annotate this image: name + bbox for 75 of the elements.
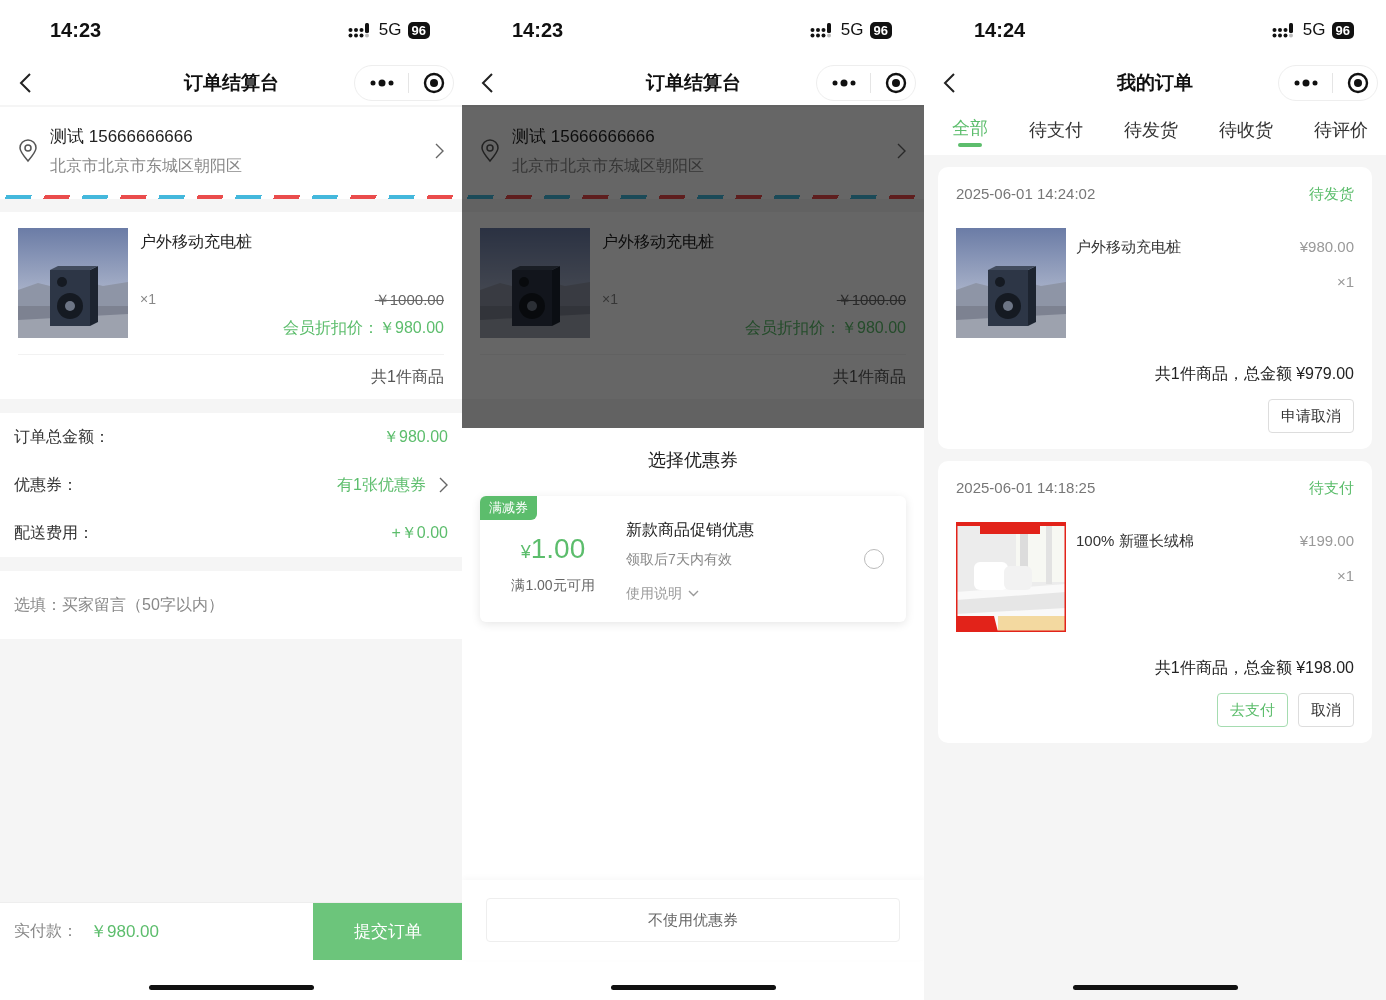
sheet-title: 选择优惠券 (647, 449, 739, 472)
summary-value: +￥0.00 (391, 522, 448, 543)
network-label: 5G (1302, 20, 1326, 40)
coupon-tag: 满减券 (480, 496, 537, 520)
order-tab[interactable]: 待支付 (1029, 105, 1083, 155)
no-coupon-button[interactable]: 不使用优惠券 (486, 898, 900, 942)
battery-level: 96 (1331, 21, 1354, 39)
recipient-name-phone: 测试 15666666666 (512, 126, 656, 148)
signal-icon (1271, 22, 1296, 38)
back-icon[interactable] (942, 71, 958, 94)
back-icon[interactable] (18, 71, 34, 94)
recipient-name-phone: 测试 15666666666 (50, 126, 194, 148)
status-time: 14:23 (512, 18, 565, 42)
order-action-button[interactable]: 取消 (1298, 693, 1354, 727)
member-price: 会员折扣价：￥980.00 (745, 318, 906, 338)
address-text: 北京市北京市东城区朝阳区 (50, 156, 243, 176)
product-name: 户外移动充电桩 (602, 232, 715, 252)
original-price: ￥1000.00 (374, 291, 444, 310)
location-pin-icon (480, 139, 500, 163)
member-price: 会员折扣价：￥980.00 (283, 318, 444, 338)
summary-label: 优惠券： (14, 474, 79, 495)
chevron-icon[interactable] (438, 477, 448, 493)
product-name: 户外移动充电桩 (1076, 238, 1182, 257)
signal-icon (347, 22, 372, 38)
quantity: ×1 (1336, 273, 1354, 290)
more-icon[interactable] (832, 78, 856, 87)
order-tab[interactable]: 待评价 (1314, 105, 1368, 155)
battery-level: 96 (407, 21, 430, 39)
network-label: 5G (378, 20, 402, 40)
order-tab[interactable]: 待发货 (1124, 105, 1178, 155)
network-label: 5G (840, 20, 864, 40)
coupon-card[interactable]: 满减券 ¥1.00 满1.00元可用 新款商品促销优惠 领取后7天内有效 使用说明 (480, 496, 906, 622)
more-icon[interactable] (370, 78, 394, 87)
signal-icon (809, 22, 834, 38)
page-title: 我的订单 (1117, 70, 1193, 95)
item-count: 共1件商品 (832, 367, 906, 387)
status-time: 14:24 (974, 18, 1027, 42)
caret-icon (688, 590, 699, 597)
coupon-amount: ¥1.00 (520, 533, 586, 565)
summary-label: 配送费用： (14, 522, 95, 543)
order-card[interactable]: 2025-06-01 14:18:25 待支付 100% 新疆长绒棉 ¥199.00 ×1 共1件商品，总金额 ¥198.00 去支付 取消 (938, 461, 1372, 743)
product-price: ¥980.00 (1299, 238, 1354, 255)
order-total: 共1件商品，总金额 ¥198.00 (1153, 658, 1354, 678)
address-card[interactable]: 测试 15666666666 北京市北京市东城区朝阳区 (0, 107, 462, 195)
original-price: ￥1000.00 (836, 291, 906, 310)
product-name: 100% 新疆长绒棉 (1076, 532, 1195, 551)
battery-level: 96 (869, 21, 892, 39)
chevron-icon[interactable] (896, 143, 906, 159)
status-time: 14:23 (50, 18, 103, 42)
item-count: 共1件商品 (370, 367, 444, 387)
page-title: 订单结算台 (645, 70, 741, 95)
coupon-name: 新款商品促销优惠 (626, 519, 755, 540)
chevron-icon[interactable] (434, 143, 444, 159)
coupon-validity: 领取后7天内有效 (626, 550, 733, 569)
order-status: 待支付 (1309, 479, 1354, 498)
product-price: ¥199.00 (1299, 532, 1354, 549)
payable-label: 实付款： (14, 921, 78, 941)
order-time: 2025-06-01 14:18:25 (956, 479, 1096, 498)
order-time: 2025-06-01 14:24:02 (956, 185, 1096, 204)
back-icon[interactable] (480, 71, 496, 94)
order-tab[interactable]: 待收货 (1219, 105, 1273, 155)
order-status: 待发货 (1309, 185, 1354, 204)
order-total: 共1件商品，总金额 ¥979.00 (1153, 364, 1354, 384)
summary-value: ￥980.00 (383, 426, 448, 447)
more-icon[interactable] (1294, 78, 1318, 87)
quantity: ×1 (1336, 567, 1354, 584)
payable-amount: ￥980.00 (90, 921, 160, 943)
quantity: ×1 (140, 291, 156, 309)
summary-label: 订单总金额： (14, 426, 111, 447)
order-card[interactable]: 2025-06-01 14:24:02 待发货 户外移动充电桩 ¥980.00 ×1 共1件商品，总金额 ¥979.00 申请取消 (938, 167, 1372, 449)
coupon-condition: 满1.00元可用 (511, 577, 595, 595)
location-pin-icon (18, 139, 38, 163)
product-name: 户外移动充电桩 (140, 232, 253, 252)
order-action-button[interactable]: 申请取消 (1268, 399, 1354, 433)
page-title: 订单结算台 (183, 70, 279, 95)
